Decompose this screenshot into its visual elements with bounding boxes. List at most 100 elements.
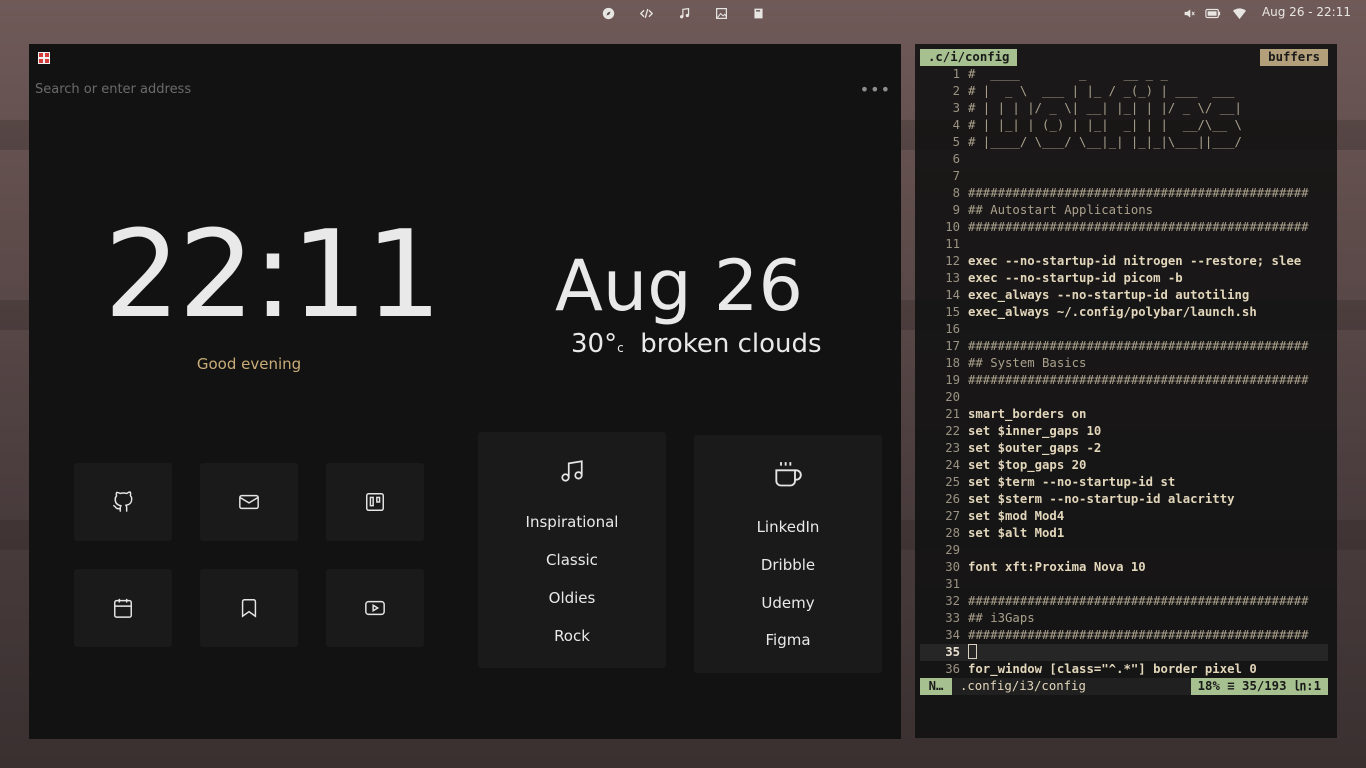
temperature-unit: c bbox=[617, 341, 624, 355]
quick-link-mail[interactable] bbox=[200, 463, 298, 541]
line-text: ## System Basics bbox=[968, 356, 1087, 370]
workspace-music[interactable] bbox=[673, 4, 695, 22]
code-line[interactable]: 32 ######################################… bbox=[920, 593, 1328, 610]
line-text: set $sterm --no-startup-id alacritty bbox=[968, 492, 1235, 506]
code-line[interactable]: 27 set $mod Mod4 bbox=[920, 508, 1328, 525]
code-line[interactable]: 16 bbox=[920, 321, 1328, 338]
line-number: 25 bbox=[945, 475, 960, 489]
music-note-icon bbox=[561, 460, 583, 482]
workspace-book[interactable] bbox=[747, 4, 769, 22]
code-line[interactable]: 18 ## System Basics bbox=[920, 355, 1328, 372]
link-oldies[interactable]: Oldies bbox=[478, 589, 666, 607]
quick-link-youtube[interactable] bbox=[326, 569, 424, 647]
address-bar[interactable]: Search or enter address bbox=[35, 82, 355, 97]
code-line[interactable]: 29 bbox=[920, 542, 1328, 559]
code-line[interactable]: 36 for_window [class="^.*"] border pixel … bbox=[920, 661, 1328, 678]
greeting-text: Good evening bbox=[196, 355, 302, 373]
code-line[interactable]: 22 set $inner_gaps 10 bbox=[920, 423, 1328, 440]
code-line[interactable]: 19 ######################################… bbox=[920, 372, 1328, 389]
link-figma[interactable]: Figma bbox=[694, 631, 882, 649]
menu-dots-icon[interactable]: ••• bbox=[860, 80, 891, 99]
line-number: 8 bbox=[952, 186, 960, 200]
code-line[interactable]: 21 smart_borders on bbox=[920, 406, 1328, 423]
text-cursor bbox=[968, 644, 977, 659]
line-number: 20 bbox=[945, 390, 960, 404]
quick-link-github[interactable] bbox=[74, 463, 172, 541]
vim-statusline: N… .config/i3/config 18% ≡ 35/193 ㏑:1 bbox=[920, 678, 1328, 695]
line-number: 13 bbox=[945, 271, 960, 285]
line-number: 34 bbox=[945, 628, 960, 642]
code-line[interactable]: 25 set $term --no-startup-id st bbox=[920, 474, 1328, 491]
code-line[interactable]: 4 # | |_| | (_) | |_| _| | | __/\__ \ bbox=[920, 117, 1328, 134]
code-line[interactable]: 24 set $top_gaps 20 bbox=[920, 457, 1328, 474]
bookmark-icon bbox=[241, 599, 257, 618]
cursor-position: 18% ≡ 35/193 ㏑:1 bbox=[1190, 678, 1328, 695]
code-line[interactable]: 33 ## i3Gaps bbox=[920, 610, 1328, 627]
line-number: 31 bbox=[945, 577, 960, 591]
line-number: 3 bbox=[952, 101, 960, 115]
line-number: 1 bbox=[952, 67, 960, 81]
code-line[interactable]: 5 # |____/ \___/ \__|_| |_|_|\___||___/ bbox=[920, 134, 1328, 151]
link-inspirational[interactable]: Inspirational bbox=[478, 513, 666, 531]
code-line[interactable]: 6 bbox=[920, 151, 1328, 168]
link-classic[interactable]: Classic bbox=[478, 551, 666, 569]
quick-link-calendar[interactable] bbox=[74, 569, 172, 647]
buffers-label[interactable]: buffers bbox=[1260, 49, 1328, 66]
line-number: 7 bbox=[952, 169, 960, 183]
code-line[interactable]: 30 font xft:Proxima Nova 10 bbox=[920, 559, 1328, 576]
code-line[interactable]: 17 ######################################… bbox=[920, 338, 1328, 355]
code-line[interactable]: 31 bbox=[920, 576, 1328, 593]
code-line[interactable]: 2 # | _ \ ___ | |_ / _(_) | ___ ___ bbox=[920, 83, 1328, 100]
code-line[interactable]: 11 bbox=[920, 236, 1328, 253]
quick-link-bookmark[interactable] bbox=[200, 569, 298, 647]
code-line[interactable]: 3 # | | | |/ _ \| __| |_| | |/ _ \/ __| bbox=[920, 100, 1328, 117]
volume-icon[interactable] bbox=[1181, 0, 1197, 26]
code-line[interactable]: 26 set $sterm --no-startup-id alacritty bbox=[920, 491, 1328, 508]
link-linkedin[interactable]: LinkedIn bbox=[694, 518, 882, 536]
line-number: 23 bbox=[945, 441, 960, 455]
battery-icon[interactable] bbox=[1204, 0, 1222, 26]
editor-text-area[interactable]: 1 # ____ _ __ _ _ 2 # | _ \ ___ | |_ / _(_)… bbox=[920, 66, 1328, 678]
workspace-code[interactable] bbox=[635, 4, 657, 22]
code-line[interactable]: 14 exec_always --no-startup-id autotiling bbox=[920, 287, 1328, 304]
date-display: Aug 26 bbox=[555, 245, 804, 327]
link-rock[interactable]: Rock bbox=[478, 627, 666, 645]
code-line[interactable]: 9 ## Autostart Applications bbox=[920, 202, 1328, 219]
code-line[interactable]: 34 ######################################… bbox=[920, 627, 1328, 644]
code-line[interactable]: 10 ######################################… bbox=[920, 219, 1328, 236]
temperature: 30° bbox=[571, 329, 618, 359]
quick-link-trello[interactable] bbox=[326, 463, 424, 541]
code-line[interactable]: 28 set $alt Mod1 bbox=[920, 525, 1328, 542]
wifi-icon[interactable] bbox=[1231, 0, 1247, 26]
code-line[interactable]: 8 #######################################… bbox=[920, 185, 1328, 202]
code-line[interactable]: 12 exec --no-startup-id nitrogen --restor… bbox=[920, 253, 1328, 270]
link-dribble[interactable]: Dribble bbox=[694, 556, 882, 574]
line-number: 29 bbox=[945, 543, 960, 557]
topbar-datetime: Aug 26 - 22:11 bbox=[1261, 5, 1351, 19]
code-line[interactable]: 23 set $outer_gaps -2 bbox=[920, 440, 1328, 457]
code-line[interactable]: 13 exec --no-startup-id picom -b bbox=[920, 270, 1328, 287]
line-text: # |____/ \___/ \__|_| |_|_|\___||___/ bbox=[968, 135, 1242, 149]
line-text: set $outer_gaps -2 bbox=[968, 441, 1102, 455]
line-number: 36 bbox=[945, 662, 960, 676]
music-links-card: Inspirational Classic Oldies Rock bbox=[478, 432, 666, 668]
terminal-window[interactable]: .c/i/config buffers 1 # ____ _ __ _ _ 2 # |… bbox=[915, 44, 1337, 738]
buffer-tab[interactable]: .c/i/config bbox=[920, 49, 1018, 66]
code-line[interactable]: 35 bbox=[920, 644, 1328, 661]
code-line[interactable]: 1 # ____ _ __ _ _ bbox=[920, 66, 1328, 83]
code-line[interactable]: 20 bbox=[920, 389, 1328, 406]
link-udemy[interactable]: Udemy bbox=[694, 594, 882, 612]
workspace-image[interactable] bbox=[710, 4, 732, 22]
line-number: 4 bbox=[952, 118, 960, 132]
line-text: exec_always ~/.config/polybar/launch.sh bbox=[968, 305, 1257, 319]
code-line[interactable]: 7 bbox=[920, 168, 1328, 185]
calendar-icon bbox=[114, 598, 132, 618]
line-number: 22 bbox=[945, 424, 960, 438]
github-icon bbox=[113, 491, 133, 512]
compass-icon bbox=[602, 7, 614, 19]
line-number: 24 bbox=[945, 458, 960, 472]
line-text: ########################################… bbox=[968, 339, 1309, 353]
line-text: set $top_gaps 20 bbox=[968, 458, 1087, 472]
code-line[interactable]: 15 exec_always ~/.config/polybar/launch.s… bbox=[920, 304, 1328, 321]
workspace-compass[interactable] bbox=[597, 4, 619, 22]
